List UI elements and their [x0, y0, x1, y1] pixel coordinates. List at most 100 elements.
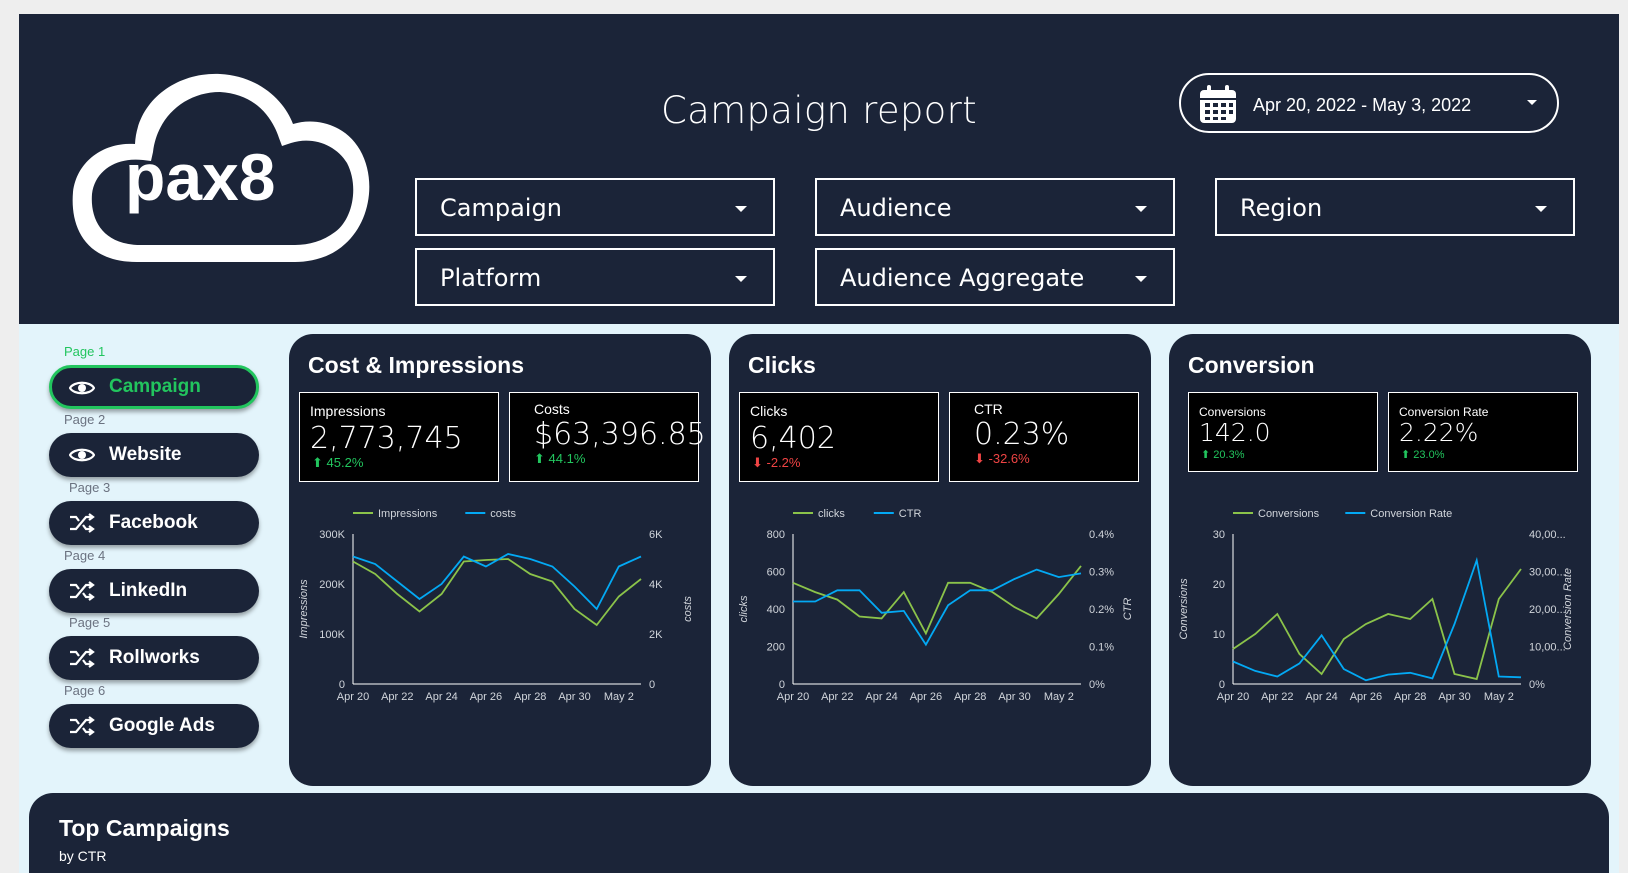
y-left-tick-label: 30	[1213, 529, 1225, 541]
kpi-value: 2,773,745	[310, 421, 463, 456]
y-left-axis-title: Conversions	[1178, 578, 1190, 640]
report-page: pax8 Campaign report Apr 20, 2022 - May …	[19, 14, 1619, 873]
top-campaigns-subtitle: by CTR	[59, 848, 107, 864]
filter-label: Audience Aggregate	[840, 264, 1085, 292]
kpi-change: ⬆︎ 44.1%	[534, 451, 585, 467]
kpi-clicks: Clicks 6,402 ⬇︎ -2.2%	[739, 392, 939, 482]
kpi-label: Impressions	[310, 403, 386, 419]
nav-item-website[interactable]: Website	[49, 433, 259, 477]
kpi-change: ⬆︎ 20.3%	[1201, 448, 1244, 461]
y-right-axis-title: costs	[682, 596, 694, 622]
kpi-label: CTR	[974, 401, 1003, 417]
x-tick-label: Apr 28	[954, 691, 986, 703]
kpi-conversions: Conversions 142.0 ⬆︎ 20.3%	[1188, 392, 1378, 472]
arrow-up-icon: ⬆︎	[1201, 449, 1214, 461]
nav-page-label: Page 5	[69, 615, 111, 630]
x-tick-label: Apr 24	[1305, 691, 1337, 703]
x-tick-label: Apr 22	[821, 691, 853, 703]
y-right-tick-label: 2K	[649, 629, 663, 641]
y-left-tick-label: 200	[767, 642, 785, 654]
y-left-tick-label: 800	[767, 529, 785, 541]
legend-label: clicks	[818, 508, 845, 520]
y-left-tick-label: 200K	[319, 579, 345, 591]
nav-item-linkedin[interactable]: LinkedIn	[49, 569, 259, 613]
kpi-conversion-rate: Conversion Rate 2.22% ⬆︎ 23.0%	[1388, 392, 1578, 472]
nav-item-rollworks[interactable]: Rollworks	[49, 636, 259, 680]
chart-cost-impressions: 0 100K 200K 300K 0 2K 4K 6K Apr 20 Apr 22 Apr 24 Ap…	[298, 508, 694, 703]
legend-label: Conversion Rate	[1370, 508, 1452, 520]
filter-platform[interactable]: Platform	[415, 248, 775, 306]
filter-audience[interactable]: Audience	[815, 178, 1175, 236]
kpi-change: ⬇︎ -2.2%	[752, 455, 800, 471]
nav-item-facebook[interactable]: Facebook	[49, 501, 259, 545]
y-right-tick-label: 6K	[649, 529, 663, 541]
date-range-picker[interactable]: Apr 20, 2022 - May 3, 2022	[1179, 73, 1559, 133]
pax8-cloud-logo: pax8	[72, 73, 370, 262]
top-campaigns-title: Top Campaigns	[59, 815, 230, 841]
filter-label: Audience	[840, 194, 952, 222]
filter-region[interactable]: Region	[1215, 178, 1575, 236]
chevron-down-icon	[735, 276, 747, 282]
y-left-tick-label: 0	[1219, 679, 1225, 691]
kpi-change-value: -32.6%	[988, 451, 1030, 466]
kpi-change-value: 23.0%	[1413, 449, 1445, 461]
chevron-down-icon	[1135, 206, 1147, 212]
kpi-impressions: Impressions 2,773,745 ⬆︎ 45.2%	[299, 392, 499, 482]
card-title: Cost & Impressions	[308, 352, 524, 378]
y-left-axis-title: clicks	[738, 595, 750, 622]
card-cost-impressions: Cost & Impressions Impressions 2,773,745…	[289, 334, 711, 786]
chevron-down-icon	[1135, 276, 1147, 282]
filter-label: Region	[1240, 194, 1323, 222]
shuffle-icon	[70, 648, 95, 668]
nav-page-label: Page 6	[64, 683, 106, 698]
x-tick-label: Apr 28	[514, 691, 546, 703]
kpi-change-value: 45.2%	[326, 455, 364, 470]
y-left-tick-label: 600	[767, 567, 785, 579]
y-left-tick-label: 400	[767, 604, 785, 616]
shuffle-icon	[70, 581, 95, 601]
nav-item-campaign[interactable]: Campaign	[49, 365, 259, 409]
calendar-icon	[1200, 85, 1236, 123]
y-left-axis-title: Impressions	[298, 579, 310, 639]
filter-audience-aggregate[interactable]: Audience Aggregate	[815, 248, 1175, 306]
x-tick-label: Apr 26	[470, 691, 502, 703]
legend-label: Impressions	[378, 508, 438, 520]
card-title: Clicks	[748, 352, 816, 378]
nav-page-label: Page 3	[69, 480, 111, 495]
arrow-down-icon: ⬇︎	[752, 455, 767, 470]
arrow-up-icon: ⬆︎	[534, 451, 549, 466]
x-tick-label: Apr 26	[910, 691, 942, 703]
y-right-tick-label: 40,00...	[1529, 529, 1566, 541]
card-title: Conversion	[1188, 352, 1315, 378]
nav-page-label: Page 4	[64, 548, 106, 563]
legend-label: CTR	[899, 508, 922, 520]
x-tick-label: Apr 20	[337, 691, 369, 703]
y-left-tick-label: 300K	[319, 529, 345, 541]
kpi-change-value: -2.2%	[766, 455, 801, 470]
x-tick-label: May 2	[1484, 691, 1514, 703]
x-tick-label: Apr 28	[1394, 691, 1426, 703]
nav-item-label: Google Ads	[109, 715, 215, 736]
chart-conversion: 0 10 20 30 0% 10,00... 20,00... 30,00... 40,00..…	[1178, 508, 1574, 703]
y-right-tick-label: 10,00...	[1529, 642, 1566, 654]
y-right-tick-label: 0.1%	[1089, 642, 1114, 654]
x-tick-label: Apr 24	[425, 691, 457, 703]
nav-item-label: Website	[109, 444, 182, 465]
y-right-tick-label: 0.3%	[1089, 567, 1114, 579]
arrow-down-icon: ⬇︎	[974, 451, 989, 466]
y-right-axis-title: CTR	[1122, 598, 1134, 621]
filter-campaign[interactable]: Campaign	[415, 178, 775, 236]
kpi-value: 0.23%	[974, 417, 1070, 452]
y-left-tick-label: 0	[779, 679, 785, 691]
nav-page-label: Page 1	[64, 344, 106, 359]
card-conversion: Conversion Conversions 142.0 ⬆︎ 20.3% Co…	[1169, 334, 1591, 786]
chevron-down-icon	[735, 206, 747, 212]
chart-clicks: 0 200 400 600 800 0% 0.1% 0.2% 0.3% 0.4% Apr 20 Apr…	[738, 508, 1134, 703]
x-tick-label: May 2	[604, 691, 634, 703]
legend-label: costs	[490, 508, 516, 520]
series-line	[1232, 568, 1522, 681]
nav-item-label: Campaign	[109, 376, 201, 397]
x-tick-label: Apr 20	[1217, 691, 1249, 703]
nav-item-google-ads[interactable]: Google Ads	[49, 704, 259, 748]
eye-icon	[69, 381, 95, 395]
